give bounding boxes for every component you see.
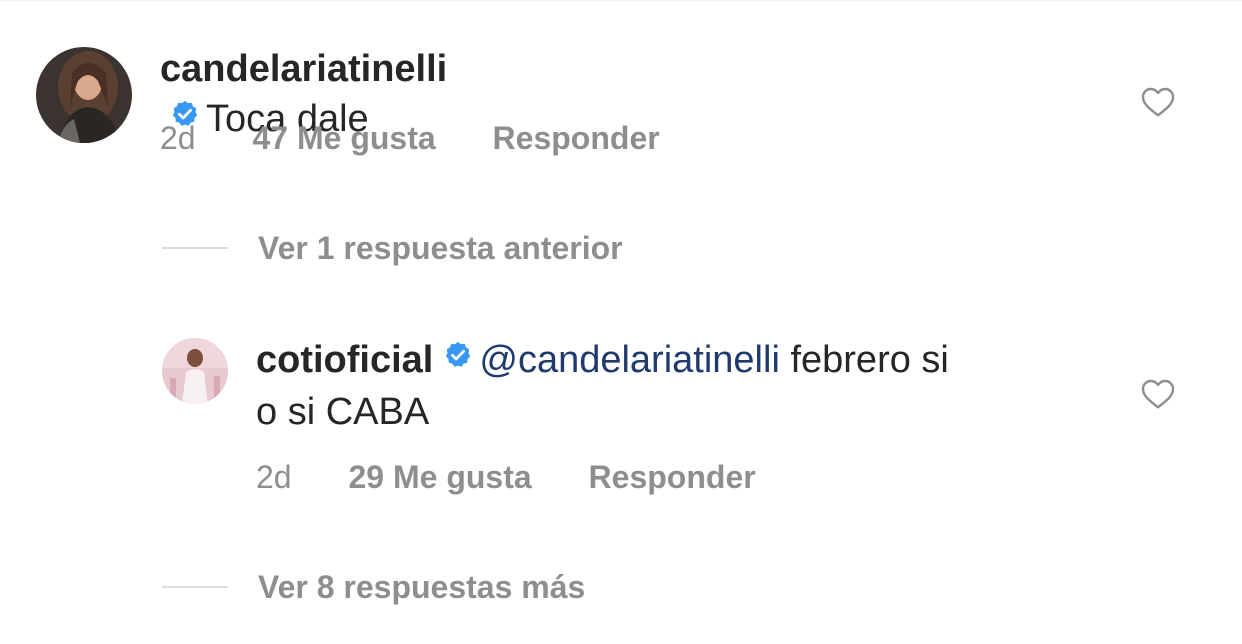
avatar[interactable] (162, 338, 228, 404)
view-more-replies-button[interactable]: Ver 8 respuestas más (162, 567, 585, 607)
heart-icon[interactable] (1140, 376, 1176, 415)
view-previous-replies-button[interactable]: Ver 1 respuesta anterior (162, 228, 623, 268)
thread-divider (162, 246, 228, 249)
heart-icon[interactable] (1140, 84, 1176, 123)
verified-badge-icon (443, 333, 473, 383)
comment-time[interactable]: 2d (160, 118, 196, 158)
comment-text-line1: febrero si (790, 339, 949, 381)
thread-divider (162, 585, 228, 588)
top-divider (0, 0, 1242, 1)
comment-body: cotioficial @candelariatinelli febrero si… (256, 335, 1076, 437)
view-more-replies-label: Ver 8 respuestas más (258, 569, 586, 605)
likes-count[interactable]: 29 Me gusta (348, 457, 531, 497)
comment-time[interactable]: 2d (256, 457, 292, 497)
comment-meta: 2d 29 Me gusta Responder (256, 457, 756, 497)
view-previous-replies-label: Ver 1 respuesta anterior (258, 230, 623, 266)
avatar[interactable] (36, 47, 132, 143)
username[interactable]: cotioficial (256, 339, 433, 381)
comment-meta: 2d 47 Me gusta Responder (160, 118, 660, 158)
likes-count[interactable]: 47 Me gusta (252, 118, 435, 158)
mention-link[interactable]: @candelariatinelli (479, 339, 780, 381)
comment-text-line2: o si CABA (256, 390, 430, 433)
username[interactable]: candelariatinelli (160, 48, 447, 90)
reply-button[interactable]: Responder (493, 118, 660, 158)
reply-button[interactable]: Responder (589, 457, 756, 497)
